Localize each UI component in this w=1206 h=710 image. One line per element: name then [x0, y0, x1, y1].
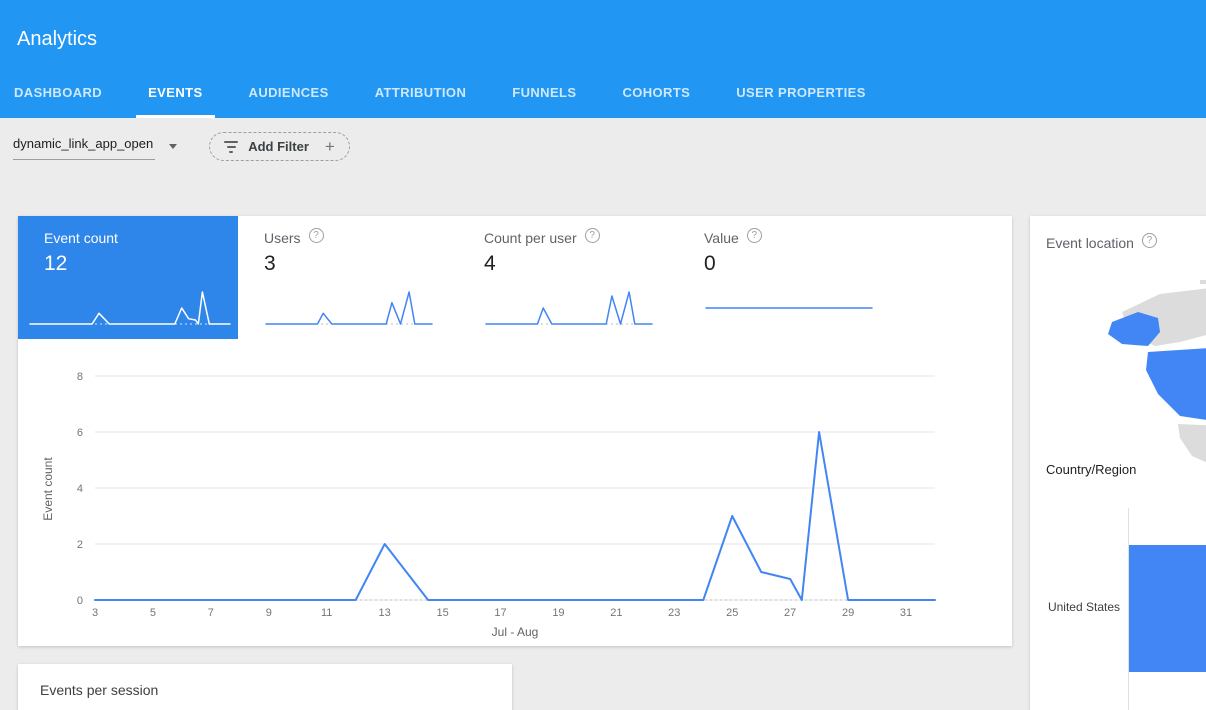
svg-text:7: 7	[208, 607, 214, 619]
help-icon[interactable]: ?	[1142, 233, 1157, 248]
card-title: Events per session	[18, 664, 512, 698]
svg-text:15: 15	[436, 607, 448, 619]
metric-value: 3	[264, 252, 458, 276]
tab-audiences[interactable]: AUDIENCES	[237, 85, 341, 118]
users-sparkline	[264, 286, 434, 330]
tab-events[interactable]: EVENTS	[136, 85, 214, 118]
x-axis-label: Jul - Aug	[95, 625, 935, 639]
svg-text:29: 29	[842, 607, 854, 619]
metric-label: Value	[704, 230, 739, 246]
card-title-row: Event location ?	[1046, 235, 1157, 251]
svg-text:13: 13	[379, 607, 391, 619]
metric-value: 0	[704, 252, 898, 276]
mexico-shape	[1178, 424, 1206, 464]
metric-value: 12	[44, 252, 238, 276]
svg-text:3: 3	[92, 607, 98, 619]
event-count-line-chart: 0 2 4 6 8 3 5 7 9 11 13 15 17 19 21 23 25 27 29 31	[18, 360, 998, 622]
metric-tab-value[interactable]: Value ? 0	[678, 216, 898, 339]
help-icon[interactable]: ?	[747, 228, 762, 243]
help-icon[interactable]: ?	[309, 228, 324, 243]
svg-text:5: 5	[150, 607, 156, 619]
metric-head: Count per user ?	[484, 230, 678, 246]
app-header: Analytics DASHBOARD EVENTS AUDIENCES ATT…	[0, 0, 1206, 118]
events-per-session-card: Events per session	[18, 664, 512, 710]
svg-text:19: 19	[552, 607, 564, 619]
metric-label: Event count	[44, 230, 118, 246]
plus-icon: +	[325, 137, 335, 157]
svg-text:4: 4	[77, 483, 83, 495]
svg-text:9: 9	[266, 607, 272, 619]
events-chart-card: Event count 12 Users ? 3 Count per user …	[18, 216, 1012, 646]
tab-dashboard[interactable]: DASHBOARD	[2, 85, 114, 118]
metric-tabs: Event count 12 Users ? 3 Count per user …	[18, 216, 898, 339]
event-location-card: Event location ? Country/Regio	[1030, 216, 1206, 710]
country-region-header: Country/Region	[1046, 462, 1136, 477]
add-filter-label: Add Filter	[248, 139, 309, 154]
add-filter-button[interactable]: Add Filter +	[209, 132, 350, 161]
value-sparkline	[704, 286, 874, 330]
north-america-map	[1060, 274, 1206, 474]
help-icon[interactable]: ?	[585, 228, 600, 243]
svg-text:21: 21	[610, 607, 622, 619]
card-title: Event location	[1046, 235, 1134, 251]
metric-tab-users[interactable]: Users ? 3	[238, 216, 458, 339]
metric-head: Event count	[44, 230, 238, 246]
chevron-down-icon	[169, 144, 177, 149]
svg-text:17: 17	[494, 607, 506, 619]
svg-text:11: 11	[321, 607, 332, 619]
filter-icon	[224, 141, 238, 153]
svg-text:27: 27	[784, 607, 796, 619]
metric-tab-count-per-user[interactable]: Count per user ? 4	[458, 216, 678, 339]
count-per-user-sparkline	[484, 286, 654, 330]
united-states-shape	[1146, 346, 1206, 422]
svg-text:2: 2	[77, 539, 83, 551]
tab-funnels[interactable]: FUNNELS	[500, 85, 588, 118]
analytics-page: Analytics DASHBOARD EVENTS AUDIENCES ATT…	[0, 0, 1206, 710]
svg-text:0: 0	[77, 595, 83, 607]
svg-text:6: 6	[77, 427, 83, 439]
metric-head: Users ?	[264, 230, 458, 246]
metric-label: Count per user	[484, 230, 577, 246]
svg-text:8: 8	[77, 371, 83, 383]
page-title: Analytics	[17, 28, 97, 51]
event-dropdown-value: dynamic_link_app_open	[13, 132, 155, 160]
metric-tab-event-count[interactable]: Event count 12	[18, 216, 238, 339]
metric-head: Value ?	[704, 230, 898, 246]
metric-value: 4	[484, 252, 678, 276]
tab-cohorts[interactable]: COHORTS	[610, 85, 702, 118]
event-dropdown[interactable]: dynamic_link_app_open	[13, 132, 177, 160]
alaska-shape	[1108, 312, 1160, 346]
event-count-sparkline	[28, 286, 232, 330]
header-tabs: DASHBOARD EVENTS AUDIENCES ATTRIBUTION F…	[2, 85, 900, 118]
country-row-label: United States	[1034, 600, 1120, 614]
filter-bar: dynamic_link_app_open Add Filter +	[13, 132, 350, 161]
metric-label: Users	[264, 230, 301, 246]
svg-text:31: 31	[900, 607, 912, 619]
svg-text:23: 23	[668, 607, 680, 619]
tab-user-properties[interactable]: USER PROPERTIES	[724, 85, 878, 118]
united-states-bar	[1129, 545, 1206, 672]
tab-attribution[interactable]: ATTRIBUTION	[363, 85, 479, 118]
svg-text:25: 25	[726, 607, 738, 619]
